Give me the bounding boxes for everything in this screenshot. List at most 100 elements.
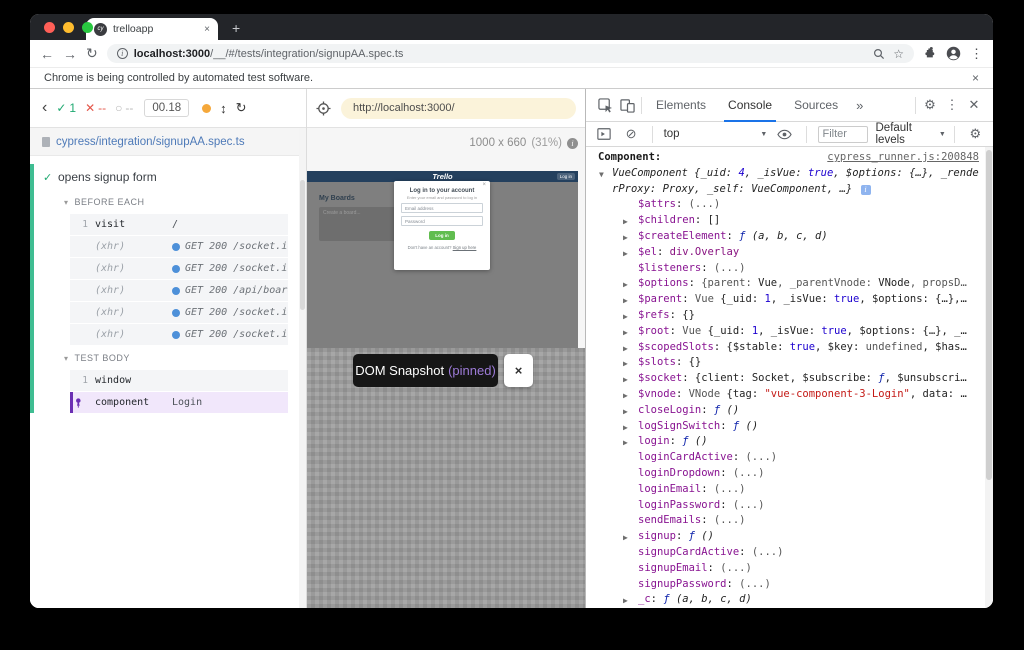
- devtools-close-icon[interactable]: ✕: [963, 97, 985, 113]
- more-tabs-icon[interactable]: »: [849, 98, 870, 113]
- clear-console-icon[interactable]: ⊘: [621, 126, 640, 142]
- browser-menu-kebab-icon[interactable]: ⋮: [970, 46, 983, 62]
- log-levels-select[interactable]: Default levels ▼: [876, 122, 946, 146]
- console-filter-input[interactable]: [818, 126, 868, 143]
- console-object-preview[interactable]: ▼VueComponent {_uid: 4, _isVue: true, $o…: [598, 166, 979, 198]
- console-property-row[interactable]: sendEmails: (...): [598, 513, 979, 529]
- command-row-pinned[interactable]: componentLogin: [70, 392, 288, 413]
- command-row[interactable]: 1window: [70, 370, 288, 391]
- extensions-puzzle-icon[interactable]: [923, 47, 937, 61]
- collapse-arrow-icon[interactable]: ▼: [599, 167, 604, 183]
- console-property-row[interactable]: ▶signup: ƒ (): [598, 529, 979, 545]
- aut-url-bar[interactable]: http://localhost:3000/: [341, 98, 576, 119]
- console-property-row[interactable]: loginDropdown: (...): [598, 466, 979, 482]
- reload-icon[interactable]: ↻: [86, 45, 98, 62]
- console-property-row[interactable]: signupCardActive: (...): [598, 545, 979, 561]
- create-board-card[interactable]: Create a board...: [319, 207, 395, 241]
- back-to-tests-button[interactable]: ‹: [42, 100, 47, 116]
- console-property-row[interactable]: ▶$createElement: ƒ (a, b, c, d): [598, 229, 979, 245]
- expand-arrow-icon[interactable]: ▶: [623, 388, 628, 403]
- auto-scroll-icon[interactable]: ↕: [220, 101, 227, 116]
- command-row[interactable]: (xhr)GET 200 /socket.io…: [70, 324, 288, 345]
- devtools-settings-gear-icon[interactable]: ⚙: [919, 97, 941, 113]
- console-property-row[interactable]: ▶$socket: {client: Socket, $subscribe: ƒ…: [598, 371, 979, 387]
- tab-console[interactable]: Console: [717, 89, 783, 122]
- console-property-row[interactable]: $attrs: (...): [598, 197, 979, 213]
- new-tab-button[interactable]: +: [232, 21, 240, 35]
- console-property-row[interactable]: ▶$refs: {}: [598, 308, 979, 324]
- test-title-row[interactable]: ✓ opens signup form: [30, 164, 306, 190]
- zoom-magnifier-icon[interactable]: [873, 48, 885, 60]
- command-row[interactable]: (xhr)GET 200 /socket.io…: [70, 236, 288, 257]
- inspect-element-icon[interactable]: [594, 98, 616, 113]
- expand-arrow-icon[interactable]: ▶: [623, 356, 628, 371]
- expand-arrow-icon[interactable]: ▶: [623, 277, 628, 292]
- console-scrollbar-thumb[interactable]: [986, 150, 992, 480]
- command-row[interactable]: (xhr)GET 200 /socket.io…: [70, 258, 288, 279]
- console-property-row[interactable]: signupPassword: (...): [598, 577, 979, 593]
- info-icon[interactable]: i: [861, 185, 871, 195]
- site-info-icon[interactable]: i: [117, 48, 128, 59]
- profile-avatar-icon[interactable]: [946, 46, 961, 61]
- password-field[interactable]: [401, 216, 483, 226]
- console-property-row[interactable]: ▶_c: ƒ (a, b, c, d): [598, 592, 979, 608]
- console-property-row[interactable]: loginEmail: (...): [598, 482, 979, 498]
- minimize-window-button[interactable]: [63, 22, 74, 33]
- expand-arrow-icon[interactable]: ▶: [623, 530, 628, 545]
- infobar-close-icon[interactable]: ×: [972, 71, 979, 85]
- console-source-link[interactable]: cypress_runner.js:200848: [827, 150, 979, 166]
- viewport-info-icon[interactable]: i: [567, 138, 578, 149]
- tab-close-icon[interactable]: ×: [204, 24, 210, 35]
- expand-arrow-icon[interactable]: ▶: [623, 293, 628, 308]
- hook-header[interactable]: ▾TEST BODY: [30, 346, 306, 370]
- console-scrollbar[interactable]: [985, 147, 993, 608]
- expand-arrow-icon[interactable]: ▶: [623, 341, 628, 356]
- expand-arrow-icon[interactable]: ▶: [623, 420, 628, 435]
- console-property-row[interactable]: ▶$parent: Vue {_uid: 1, _isVue: true, $o…: [598, 292, 979, 308]
- expand-arrow-icon[interactable]: ▶: [623, 309, 628, 324]
- console-property-row[interactable]: ▶logSignSwitch: ƒ (): [598, 419, 979, 435]
- login-submit-button[interactable]: Log in: [429, 231, 455, 240]
- console-property-row[interactable]: ▶$vnode: VNode {tag: "vue-component-3-Lo…: [598, 387, 979, 403]
- live-expression-eye-icon[interactable]: [775, 129, 794, 140]
- back-icon[interactable]: ←: [40, 46, 54, 62]
- pin-icon[interactable]: [73, 398, 88, 408]
- expand-arrow-icon[interactable]: ▶: [623, 435, 628, 450]
- console-property-row[interactable]: ▶$el: div.Overlay: [598, 245, 979, 261]
- console-property-row[interactable]: ▶closeLogin: ƒ (): [598, 403, 979, 419]
- reporter-scrollbar-thumb[interactable]: [300, 180, 305, 310]
- console-property-row[interactable]: ▶login: ƒ (): [598, 434, 979, 450]
- tab-elements[interactable]: Elements: [645, 89, 717, 122]
- console-property-row[interactable]: loginCardActive: (...): [598, 450, 979, 466]
- console-property-row[interactable]: ▶$slots: {}: [598, 355, 979, 371]
- devtools-menu-kebab-icon[interactable]: ⋮: [941, 97, 963, 113]
- selector-playground-icon[interactable]: [316, 101, 331, 116]
- device-toolbar-icon[interactable]: [616, 98, 638, 113]
- rerun-tests-icon[interactable]: ↻: [236, 100, 247, 116]
- expand-arrow-icon[interactable]: ▶: [623, 372, 628, 387]
- expand-arrow-icon[interactable]: ▶: [623, 214, 628, 229]
- console-property-row[interactable]: ▶$children: []: [598, 213, 979, 229]
- forward-icon[interactable]: →: [63, 46, 77, 62]
- command-row[interactable]: (xhr)GET 200 /socket.io…: [70, 302, 288, 323]
- expand-arrow-icon[interactable]: ▶: [623, 593, 628, 608]
- command-row[interactable]: (xhr)GET 200 /api/boards: [70, 280, 288, 301]
- navbar-login-button[interactable]: Log in: [557, 173, 575, 180]
- console-property-row[interactable]: ▶$root: Vue {_uid: 1, _isVue: true, $opt…: [598, 324, 979, 340]
- command-row[interactable]: 1visit/: [70, 214, 288, 235]
- unpin-snapshot-button[interactable]: ×: [504, 354, 533, 387]
- bookmark-star-icon[interactable]: ☆: [893, 47, 904, 61]
- expand-arrow-icon[interactable]: ▶: [623, 325, 628, 340]
- spec-file-link[interactable]: cypress/integration/signupAA.spec.ts: [56, 136, 245, 148]
- console-property-row[interactable]: ▶$options: {parent: Vue, _parentVnode: V…: [598, 276, 979, 292]
- expand-arrow-icon[interactable]: ▶: [623, 404, 628, 419]
- signup-link[interactable]: Sign up here: [453, 245, 477, 250]
- console-property-row[interactable]: $listeners: (...): [598, 261, 979, 277]
- browser-tab[interactable]: cy trelloapp ×: [86, 18, 218, 40]
- console-settings-gear-icon[interactable]: ⚙: [966, 126, 985, 142]
- console-property-row[interactable]: ▶$scopedSlots: {$stable: true, $key: und…: [598, 340, 979, 356]
- tab-sources[interactable]: Sources: [783, 89, 849, 122]
- modal-close-icon[interactable]: ×: [482, 182, 486, 188]
- console-property-row[interactable]: loginPassword: (...): [598, 498, 979, 514]
- email-field[interactable]: [401, 203, 483, 213]
